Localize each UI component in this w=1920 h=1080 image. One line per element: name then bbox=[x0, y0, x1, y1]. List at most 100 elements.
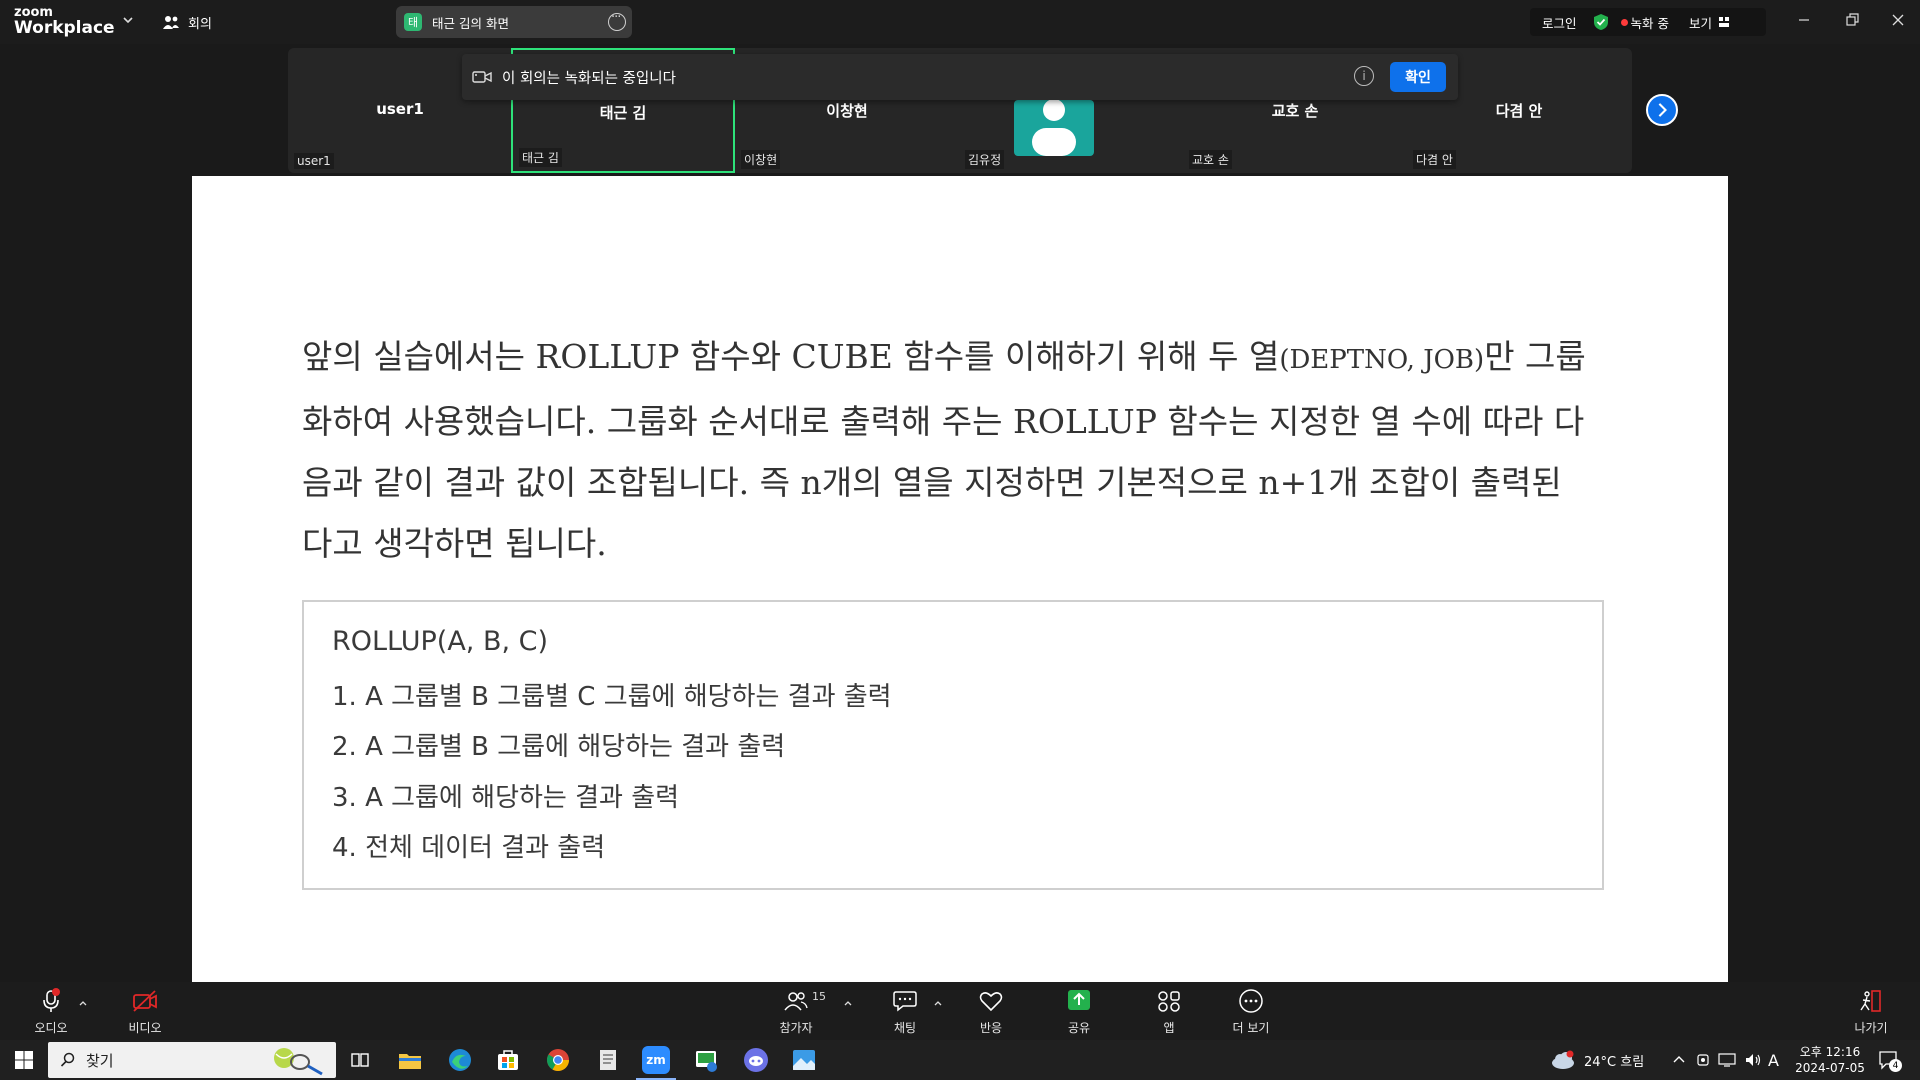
top-right-controls: 로그인 녹화 중 보기 bbox=[1530, 8, 1766, 36]
file-explorer-icon[interactable] bbox=[396, 1046, 424, 1074]
microsoft-store-icon[interactable] bbox=[494, 1046, 522, 1074]
paragraph-line-2: 화하여 사용했습니다. 그룹화 순서대로 출력해 주는 ROLLUP 함수는 지… bbox=[302, 402, 1585, 441]
restore-icon[interactable] bbox=[1842, 10, 1862, 30]
clock-time: 오후 12:16 bbox=[1799, 1045, 1861, 1059]
tennis-racket-icon bbox=[274, 1048, 323, 1076]
discord-icon[interactable] bbox=[742, 1046, 770, 1074]
recording-dot-icon bbox=[1620, 18, 1628, 26]
chat-label: 채팅 bbox=[893, 1021, 917, 1035]
tray-overflow-chevron-icon[interactable] bbox=[1672, 1052, 1686, 1068]
apps-label: 앱 bbox=[1163, 1021, 1175, 1035]
zoom-app-icon[interactable]: zm bbox=[636, 1046, 676, 1080]
next-page-arrow-icon[interactable] bbox=[1646, 94, 1678, 126]
security-shield-icon[interactable] bbox=[1593, 13, 1609, 31]
paragraph-line-4: 다고 생각하면 됩니다. bbox=[302, 524, 607, 563]
video-off-icon bbox=[133, 990, 157, 1012]
list-item: 1. A 그룹별 B 그룹별 C 그룹에 해당하는 결과 출력 bbox=[332, 682, 892, 712]
leave-label: 나가기 bbox=[1854, 1021, 1888, 1035]
recording-label: 녹화 중 bbox=[1630, 15, 1669, 31]
presentation-app-icon[interactable] bbox=[692, 1046, 720, 1074]
participant-name: 이창현 bbox=[826, 102, 868, 120]
screen-share-indicator[interactable]: 태 태근 김의 화면 bbox=[396, 6, 632, 38]
edge-browser-icon[interactable] bbox=[446, 1046, 474, 1074]
chat-button[interactable]: 채팅 bbox=[870, 988, 940, 1038]
ime-indicator[interactable]: A bbox=[1768, 1040, 1779, 1080]
notification-count-badge: 4 bbox=[1889, 1059, 1902, 1072]
chevron-down-icon[interactable] bbox=[122, 14, 134, 26]
more-button[interactable]: 더 보기 bbox=[1216, 988, 1286, 1038]
participant-label: 김유정 bbox=[965, 150, 1005, 169]
people-icon bbox=[163, 16, 179, 29]
box-title: ROLLUP(A, B, C) bbox=[332, 626, 549, 657]
confirm-button[interactable]: 확인 bbox=[1390, 62, 1446, 92]
list-item: 4. 전체 데이터 결과 출력 bbox=[332, 833, 606, 863]
heart-icon bbox=[979, 992, 1003, 1012]
zoom-workplace-logo[interactable]: zoom Workplace bbox=[14, 6, 115, 37]
share-label: 공유 bbox=[1067, 1021, 1091, 1035]
audio-label: 오디오 bbox=[34, 1021, 68, 1035]
list-item: 3. A 그룹에 해당하는 결과 출력 bbox=[332, 783, 680, 813]
view-label: 보기 bbox=[1689, 15, 1713, 31]
meeting-toolbar: 오디오 비디오 참가자 15 채팅 반응 공유 앱 더 보기 나가기 bbox=[0, 982, 1920, 1040]
windows-start-icon[interactable] bbox=[14, 1050, 34, 1070]
participant-name: 다겸 안 bbox=[1495, 102, 1543, 120]
recording-status[interactable]: 녹화 중 bbox=[1620, 13, 1669, 32]
leave-button[interactable]: 나가기 bbox=[1836, 988, 1906, 1038]
meeting-menu-button[interactable]: 회의 bbox=[162, 10, 212, 34]
line-text-small: (DEPTNO, JOB) bbox=[1279, 345, 1485, 375]
meeting-label: 회의 bbox=[188, 16, 212, 32]
paragraph-line-1: 앞의 실습에서는 ROLLUP 함수와 CUBE 함수를 이해하기 위해 두 열… bbox=[302, 326, 1602, 391]
leave-door-icon bbox=[1860, 990, 1881, 1012]
participant-name: 교호 손 bbox=[1271, 102, 1319, 120]
taskbar-search-input[interactable]: 찾기 bbox=[48, 1042, 336, 1078]
recording-notice-text: 이 회의는 녹화되는 중입니다 bbox=[502, 70, 676, 87]
recording-notice-banner: 이 회의는 녹화되는 중입니다 i 확인 bbox=[462, 54, 1458, 100]
chevron-up-icon[interactable] bbox=[933, 998, 943, 1008]
notification-center-button[interactable]: 4 bbox=[1878, 1050, 1902, 1072]
share-button[interactable]: 공유 bbox=[1044, 988, 1114, 1038]
microphone-icon bbox=[43, 988, 60, 1012]
photos-app-icon[interactable] bbox=[790, 1046, 818, 1074]
chevron-up-icon[interactable] bbox=[843, 998, 853, 1008]
document-paragraph: 앞의 실습에서는 ROLLUP 함수와 CUBE 함수를 이해하기 위해 두 열… bbox=[302, 326, 1602, 574]
zoom-meeting-window: zoom Workplace 회의 태 태근 김의 화면 로그인 녹화 중 보기 bbox=[0, 0, 1920, 1080]
clock-date: 2024-07-05 bbox=[1795, 1061, 1865, 1075]
taskbar-clock[interactable]: 오후 12:16 2024-07-05 bbox=[1792, 1044, 1868, 1076]
paragraph-line-3: 음과 같이 결과 값이 조합됩니다. 즉 n개의 열을 지정하면 기본적으로 n… bbox=[302, 463, 1562, 502]
grid-view-icon bbox=[1719, 17, 1730, 27]
more-label: 더 보기 bbox=[1232, 1021, 1270, 1035]
close-icon[interactable] bbox=[1888, 10, 1908, 30]
chevron-up-icon[interactable] bbox=[78, 998, 88, 1008]
participants-count: 15 bbox=[812, 990, 826, 1003]
chrome-icon[interactable] bbox=[544, 1046, 572, 1074]
weather-widget[interactable]: 24°C 흐림 bbox=[1550, 1040, 1644, 1080]
video-button[interactable]: 비디오 bbox=[110, 988, 180, 1038]
title-bar: zoom Workplace 회의 태 태근 김의 화면 로그인 녹화 중 보기 bbox=[0, 0, 1920, 44]
notepad-icon[interactable] bbox=[594, 1046, 622, 1074]
more-options-icon[interactable] bbox=[608, 10, 626, 31]
rollup-example-box: ROLLUP(A, B, C) 1. A 그룹별 B 그룹별 C 그룹에 해당하… bbox=[302, 600, 1604, 890]
participant-label: user1 bbox=[294, 153, 334, 169]
view-button[interactable]: 보기 bbox=[1689, 13, 1730, 32]
network-icon[interactable] bbox=[1718, 1052, 1736, 1068]
login-button[interactable]: 로그인 bbox=[1542, 13, 1577, 32]
avatar bbox=[1014, 100, 1094, 156]
audio-button[interactable]: 오디오 bbox=[16, 988, 86, 1038]
reactions-button[interactable]: 반응 bbox=[956, 988, 1026, 1038]
info-icon[interactable]: i bbox=[1354, 66, 1374, 86]
chat-bubble-icon bbox=[893, 991, 917, 1012]
minimize-icon[interactable] bbox=[1794, 10, 1814, 30]
logo-big: Workplace bbox=[14, 18, 115, 38]
more-dots-icon bbox=[1239, 989, 1263, 1013]
share-title: 태근 김의 화면 bbox=[432, 15, 509, 31]
reactions-label: 반응 bbox=[979, 1021, 1003, 1035]
cloudy-weather-icon bbox=[1552, 1050, 1574, 1069]
video-camera-icon bbox=[472, 71, 492, 83]
speaker-volume-icon[interactable] bbox=[1744, 1052, 1762, 1068]
line-text: 만 그룹 bbox=[1484, 337, 1586, 376]
meet-now-icon[interactable] bbox=[1696, 1052, 1710, 1068]
participant-label: 태근 김 bbox=[519, 148, 562, 167]
search-icon bbox=[60, 1052, 75, 1067]
task-view-icon[interactable] bbox=[346, 1046, 374, 1074]
apps-button[interactable]: 앱 bbox=[1134, 988, 1204, 1038]
